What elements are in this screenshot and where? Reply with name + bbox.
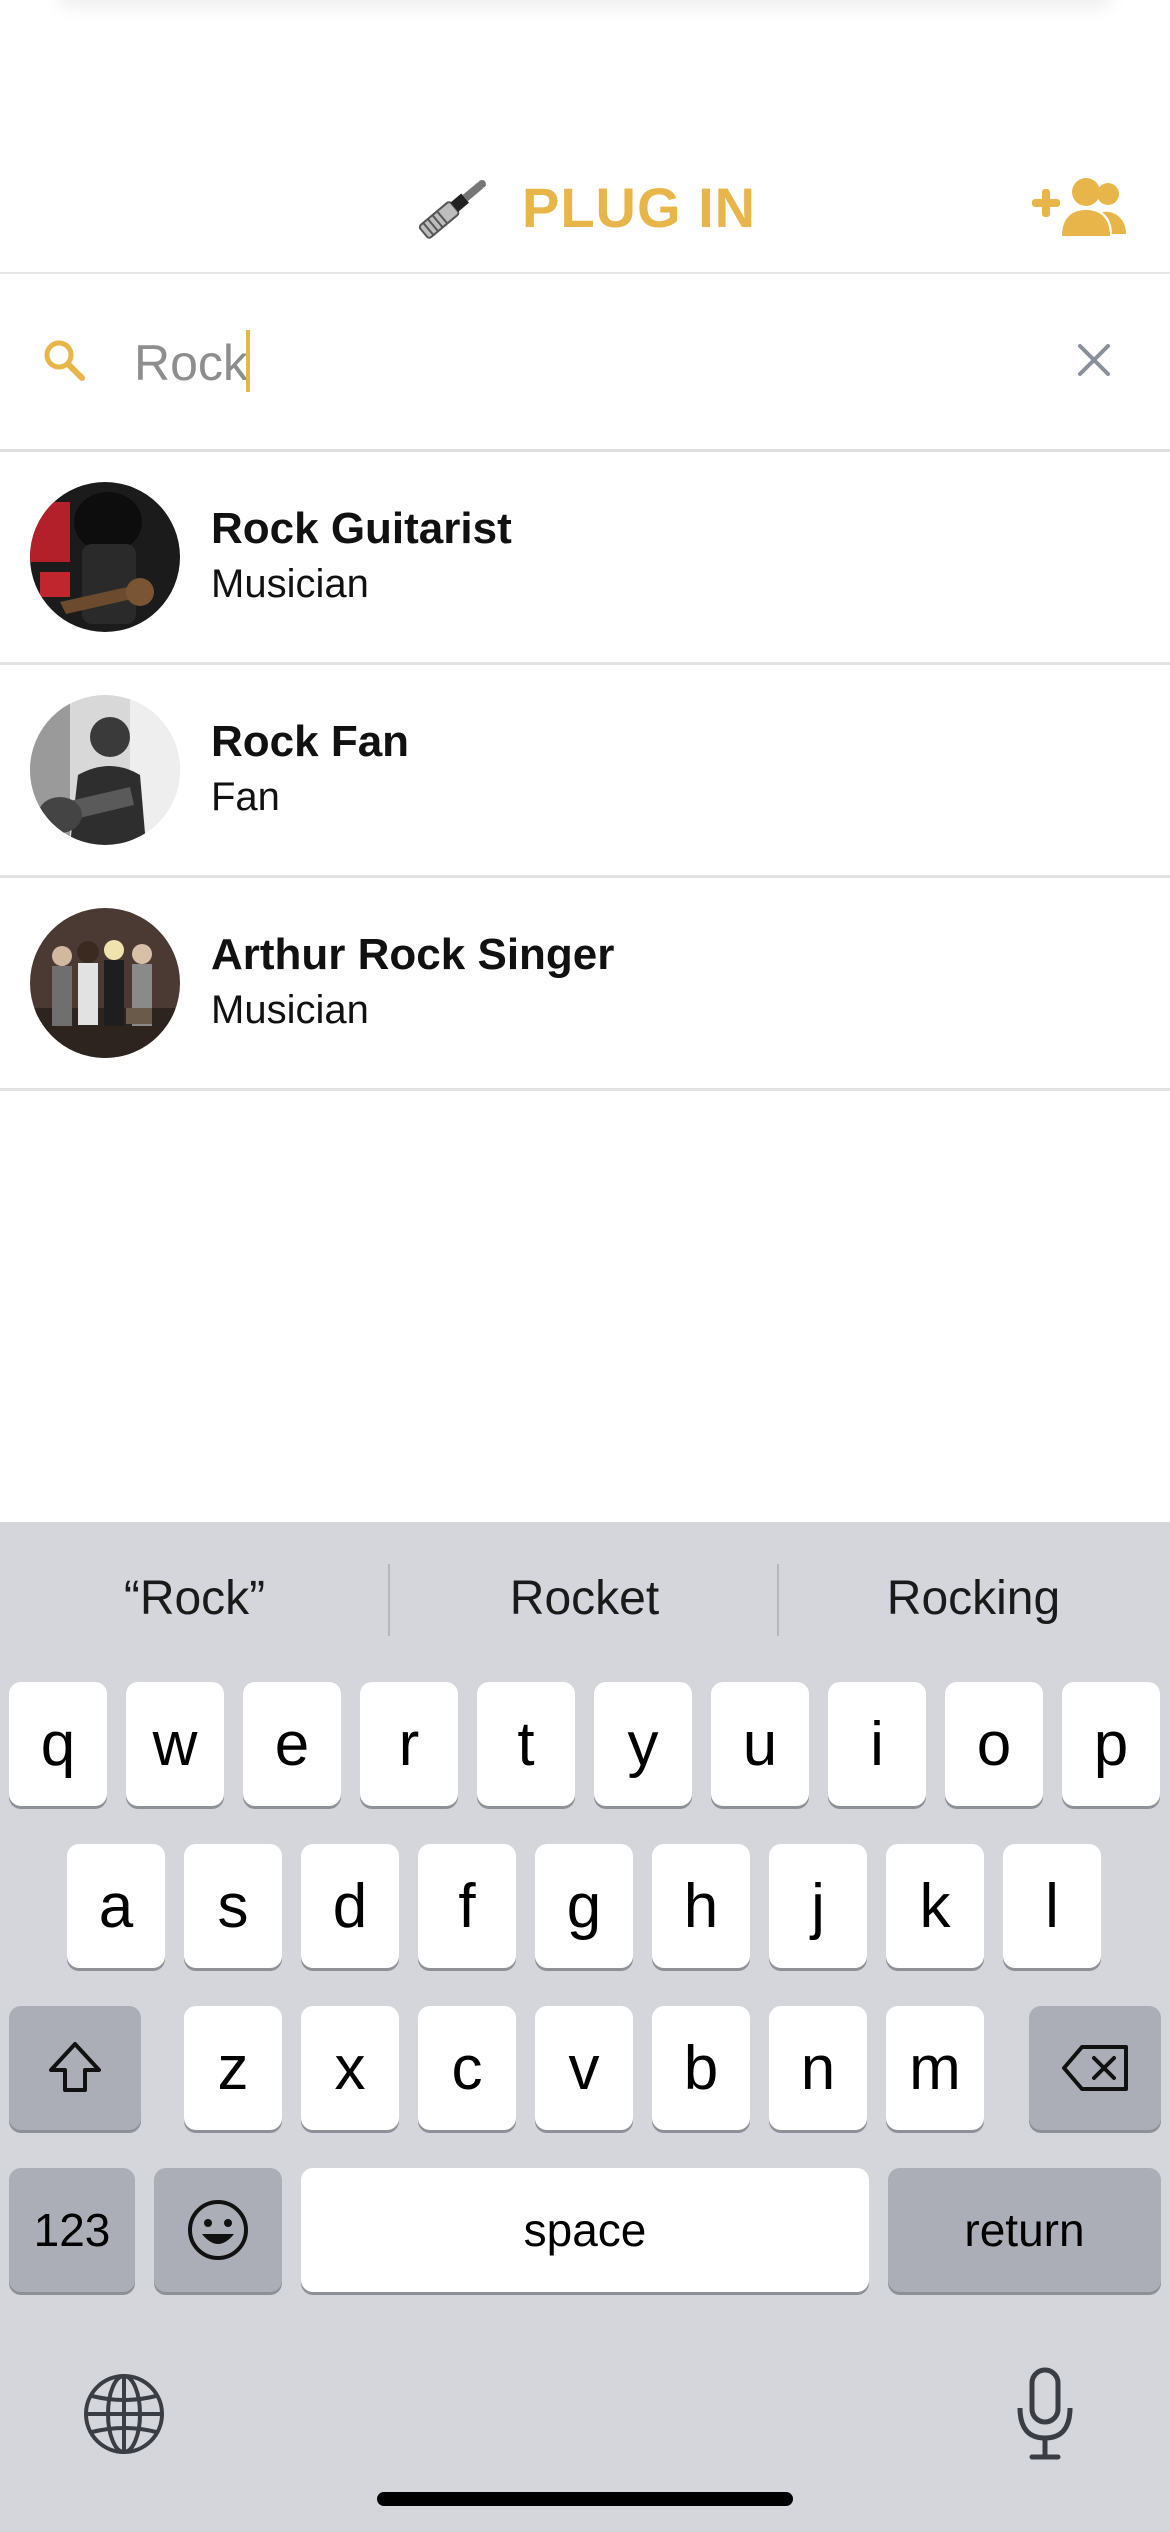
key-o[interactable]: o xyxy=(945,1682,1043,1806)
key-l[interactable]: l xyxy=(1003,1844,1101,1968)
emoji-key[interactable] xyxy=(154,2168,282,2292)
key-j[interactable]: j xyxy=(769,1844,867,1968)
result-name: Rock Fan xyxy=(211,717,410,766)
app-header: PLUG IN xyxy=(0,150,1170,274)
search-bar xyxy=(0,276,1170,452)
key-q[interactable]: q xyxy=(9,1682,107,1806)
avatar xyxy=(30,695,180,845)
key-e[interactable]: e xyxy=(243,1682,341,1806)
key-i[interactable]: i xyxy=(828,1682,926,1806)
key-r[interactable]: r xyxy=(360,1682,458,1806)
key-b[interactable]: b xyxy=(652,2006,750,2130)
search-screen: PLUG IN Rock Rock Guitarist Musician Roc… xyxy=(0,0,1170,2532)
emoji-icon xyxy=(188,2200,248,2260)
key-v[interactable]: v xyxy=(535,2006,633,2130)
key-a[interactable]: a xyxy=(67,1844,165,1968)
key-s[interactable]: s xyxy=(184,1844,282,1968)
avatar xyxy=(30,482,180,632)
search-results: Rock Guitarist Musician Rock Fan Fan Art… xyxy=(0,452,1170,1091)
key-c[interactable]: c xyxy=(418,2006,516,2130)
search-icon xyxy=(44,340,85,381)
result-row[interactable]: Rock Guitarist Musician xyxy=(0,452,1170,665)
key-m[interactable]: m xyxy=(886,2006,984,2130)
result-row[interactable]: Arthur Rock Singer Musician xyxy=(0,878,1170,1091)
result-row[interactable]: Rock Fan Fan xyxy=(0,665,1170,878)
app-title: PLUG IN xyxy=(522,175,757,239)
key-g[interactable]: g xyxy=(535,1844,633,1968)
home-indicator[interactable] xyxy=(377,2492,793,2506)
suggestion-bar: “Rock” Rocket Rocking xyxy=(0,1522,1170,1676)
avatar xyxy=(30,908,180,1058)
text-cursor xyxy=(246,330,250,392)
search-input[interactable] xyxy=(134,326,1014,400)
result-name: Rock Guitarist xyxy=(211,504,512,553)
key-w[interactable]: w xyxy=(126,1682,224,1806)
numbers-key[interactable]: 123 xyxy=(9,2168,135,2292)
key-u[interactable]: u xyxy=(711,1682,809,1806)
close-icon[interactable] xyxy=(1074,340,1114,380)
shift-key[interactable] xyxy=(9,2006,141,2130)
key-h[interactable]: h xyxy=(652,1844,750,1968)
key-n[interactable]: n xyxy=(769,2006,867,2130)
key-x[interactable]: x xyxy=(301,2006,399,2130)
space-key[interactable]: space xyxy=(301,2168,869,2292)
delete-key[interactable] xyxy=(1029,2006,1161,2130)
key-p[interactable]: p xyxy=(1062,1682,1160,1806)
key-z[interactable]: z xyxy=(184,2006,282,2130)
key-f[interactable]: f xyxy=(418,1844,516,1968)
brand: PLUG IN xyxy=(410,164,756,250)
globe-icon[interactable] xyxy=(80,2370,168,2458)
key-d[interactable]: d xyxy=(301,1844,399,1968)
audio-jack-icon xyxy=(418,179,486,239)
suggestion-rocket[interactable]: Rocket xyxy=(390,1552,779,1646)
key-y[interactable]: y xyxy=(594,1682,692,1806)
return-key[interactable]: return xyxy=(888,2168,1161,2292)
microphone-icon[interactable] xyxy=(1010,2364,1080,2464)
backspace-icon xyxy=(1062,2045,1128,2091)
key-t[interactable]: t xyxy=(477,1682,575,1806)
result-role: Fan xyxy=(211,775,280,819)
suggestion-rocking[interactable]: Rocking xyxy=(779,1552,1168,1646)
keyboard: “Rock” Rocket Rocking q w e r t y u i o … xyxy=(0,1522,1170,2532)
shift-icon xyxy=(49,2042,101,2092)
result-role: Musician xyxy=(211,988,369,1032)
result-role: Musician xyxy=(211,562,369,606)
suggestion-quoted[interactable]: “Rock” xyxy=(0,1552,389,1646)
key-k[interactable]: k xyxy=(886,1844,984,1968)
add-people-icon[interactable] xyxy=(1032,174,1128,238)
result-name: Arthur Rock Singer xyxy=(211,930,615,979)
